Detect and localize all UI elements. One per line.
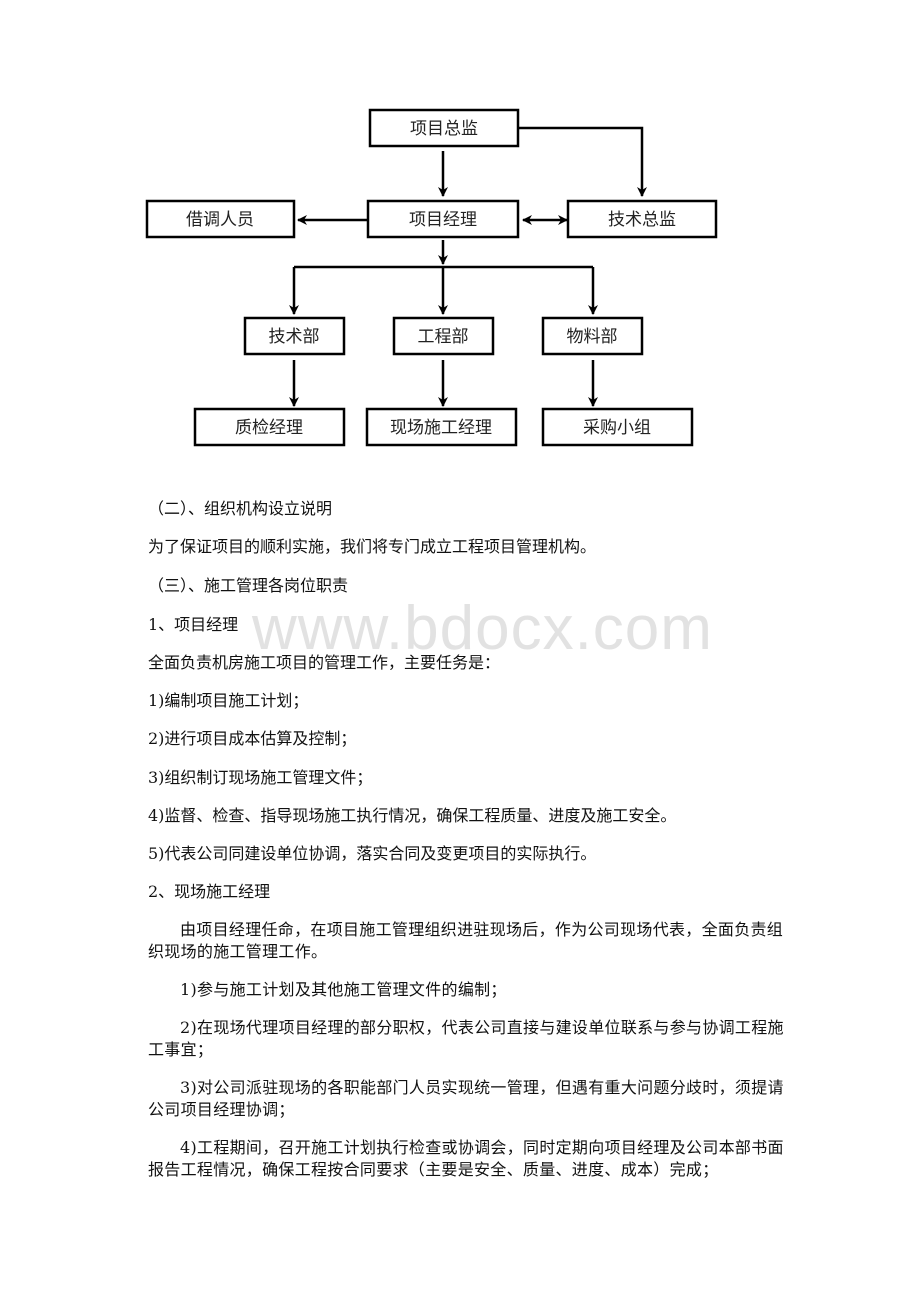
role2-item: 4)工程期间，召开施工计划执行检查或协调会，同时定期向项目经理及公司本部书面报告… <box>148 1138 784 1179</box>
label-materials-dept: 物料部 <box>567 327 618 347</box>
label-engineering-dept: 工程部 <box>418 327 469 347</box>
label-seconded-staff: 借调人员 <box>186 210 254 230</box>
org-chart: 项目总监 借调人员 项目经理 技术总监 技术部 工程部 物料部 质检经理 现场施… <box>145 108 718 447</box>
role1-item: 1)编制项目施工计划； <box>148 691 309 710</box>
connectors <box>289 126 647 407</box>
label-purchasing-team: 采购小组 <box>583 418 651 438</box>
watermark: www.bdocx.com <box>252 594 713 663</box>
label-technical-director: 技术总监 <box>608 210 676 230</box>
role1-item: 5)代表公司同建设单位协调，落实合同及变更项目的实际执行。 <box>148 844 597 863</box>
role1-item: 3)组织制订现场施工管理文件； <box>148 768 373 787</box>
document-page: 项目总监 借调人员 项目经理 技术总监 技术部 工程部 物料部 质检经理 现场施… <box>0 0 920 1302</box>
role2-item: 3)对公司派驻现场的各职能部门人员实现统一管理，但遇有重大问题分歧时，须提请公司… <box>148 1078 784 1119</box>
role2-title: 2、现场施工经理 <box>148 882 271 901</box>
role1-title: 1、项目经理 <box>148 615 239 634</box>
role2-intro: 由项目经理任命，在项目施工管理组织进驻现场后，作为公司现场代表，全面负责组织现场… <box>148 920 784 961</box>
role1-item: 2)进行项目成本估算及控制； <box>148 729 357 748</box>
label-project-manager: 项目经理 <box>409 210 477 230</box>
section2-body: 为了保证项目的顺利实施，我们将专门成立工程项目管理机构。 <box>148 537 597 556</box>
label-tech-dept: 技术部 <box>269 327 320 347</box>
role2-item: 2)在现场代理项目经理的部分职权，代表公司直接与建设单位联系与参与协调工程施工事… <box>148 1018 784 1059</box>
label-site-manager: 现场施工经理 <box>390 418 492 438</box>
section3-heading: （三）、施工管理各岗位职责 <box>148 576 349 595</box>
role2-item: 1)参与施工计划及其他施工管理文件的编制； <box>180 980 507 999</box>
label-qc-manager: 质检经理 <box>235 418 303 438</box>
arrow-director-to-tech-director <box>519 126 647 197</box>
section2-heading: （二）、组织机构设立说明 <box>148 499 333 518</box>
role1-item: 4)监督、检查、指导现场施工执行情况，确保工程质量、进度及施工安全。 <box>148 806 677 825</box>
role1-intro: 全面负责机房施工项目的管理工作，主要任务是： <box>148 653 501 672</box>
label-project-director: 项目总监 <box>410 119 478 139</box>
